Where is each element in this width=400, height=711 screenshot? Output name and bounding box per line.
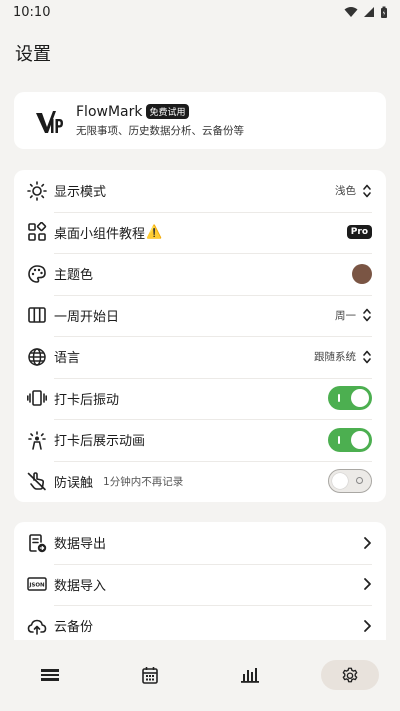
export-doc-icon (26, 532, 48, 554)
anti-mistouch-subtitle: 1分钟内不再记录 (103, 475, 184, 488)
anti-mistouch-toggle[interactable] (328, 469, 372, 494)
language-label: 语言 (54, 351, 81, 367)
vip-title: FlowMark (76, 103, 143, 120)
week-start-row[interactable]: 一周开始日 周一 (14, 294, 386, 337)
widgets-icon (26, 221, 48, 243)
unfold-icon (363, 184, 371, 198)
cloud-backup-label: 云备份 (54, 620, 94, 636)
export-row[interactable]: 数据导出 (14, 522, 386, 564)
theme-color-swatch[interactable] (352, 263, 372, 284)
celebration-icon (26, 429, 48, 451)
vip-subtitle: 无限事项、历史数据分析、云备份等 (76, 124, 244, 137)
globe-icon (26, 346, 48, 368)
nav-settings[interactable] (321, 660, 379, 690)
signal-icon (364, 7, 374, 17)
svg-text:JSON: JSON (28, 583, 45, 589)
export-label: 数据导出 (54, 537, 107, 553)
json-icon: JSON (26, 573, 48, 595)
warning-icon: ⚠️ (146, 224, 163, 240)
theme-color-row[interactable]: 主题色 (14, 253, 386, 295)
unfold-icon (363, 350, 371, 364)
chevron-right-icon (364, 578, 371, 591)
widget-tutorial-row[interactable]: 桌面小组件教程 ⚠️ Pro (14, 211, 386, 254)
animation-label: 打卡后展示动画 (54, 434, 146, 450)
cloud-backup-row[interactable]: 云备份 (14, 605, 386, 642)
widget-tutorial-label: 桌面小组件教程 (54, 226, 146, 242)
pro-badge: Pro (346, 225, 372, 240)
language-row[interactable]: 语言 跟随系统 (14, 336, 386, 378)
chevron-right-icon (364, 619, 371, 632)
touch-off-icon (26, 470, 48, 492)
unfold-icon (363, 308, 371, 322)
nav-list[interactable] (21, 660, 79, 690)
gear-icon (342, 667, 358, 683)
bottom-nav (0, 640, 400, 711)
vip-logo-icon (36, 110, 63, 133)
nav-calendar[interactable] (121, 660, 179, 690)
list-icon (41, 669, 59, 681)
status-time: 10:10 (13, 4, 51, 20)
anti-mistouch-label: 防误触 (54, 475, 94, 491)
display-mode-value: 浅色 (335, 185, 356, 198)
page-title: 设置 (15, 44, 51, 65)
wifi-icon (344, 7, 358, 17)
battery-icon (381, 6, 387, 18)
import-label: 数据导入 (54, 578, 107, 594)
sun-icon (26, 180, 48, 202)
week-start-value: 周一 (335, 309, 356, 322)
status-icons (344, 6, 388, 19)
vibrate-row[interactable]: 打卡后振动 (14, 377, 386, 420)
display-mode-row[interactable]: 显示模式 浅色 (14, 170, 386, 212)
settings-card: 显示模式 浅色 桌面小组件教程 ⚠️ Pro 主题色 一周开始日 周一 语言 跟… (14, 170, 386, 502)
free-trial-badge: 免费试用 (146, 104, 189, 119)
cloud-upload-icon (26, 615, 48, 637)
vibration-icon (26, 387, 48, 409)
theme-color-label: 主题色 (54, 268, 94, 284)
animation-toggle[interactable] (328, 427, 372, 452)
vibrate-label: 打卡后振动 (54, 392, 120, 408)
data-card: 数据导出 JSON 数据导入 云备份 (14, 522, 386, 642)
anti-mistouch-row[interactable]: 防误触 1分钟内不再记录 (14, 460, 386, 503)
display-mode-label: 显示模式 (54, 185, 107, 201)
calendar-icon (142, 667, 158, 684)
week-columns-icon (26, 304, 48, 326)
nav-stats[interactable] (221, 660, 279, 690)
chevron-right-icon (364, 536, 371, 549)
palette-icon (26, 263, 48, 285)
import-row[interactable]: JSON 数据导入 (14, 563, 386, 606)
animation-row[interactable]: 打卡后展示动画 (14, 419, 386, 461)
language-value: 跟随系统 (314, 351, 356, 364)
status-bar: 10:10 (0, 0, 400, 24)
vip-card[interactable]: FlowMark 免费试用 无限事项、历史数据分析、云备份等 (14, 92, 386, 149)
week-start-label: 一周开始日 (54, 309, 120, 325)
vibrate-toggle[interactable] (328, 386, 372, 411)
bar-chart-icon (241, 668, 259, 683)
